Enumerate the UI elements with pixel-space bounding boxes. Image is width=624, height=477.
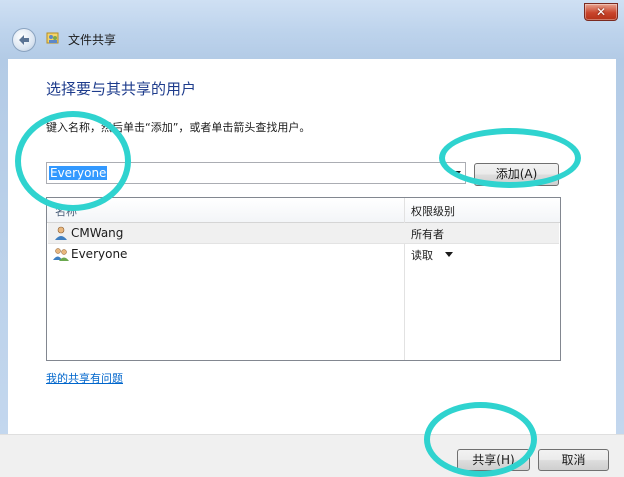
add-button[interactable]: 添加(A)	[474, 163, 559, 186]
column-header-name[interactable]: 名称	[55, 203, 77, 219]
file-sharing-window: ✕ 文件共享 选择要与其共享的用户 键入名称，然后单击“添加”，或者单击箭头查找…	[0, 0, 624, 477]
column-header-permission[interactable]: 权限级别	[411, 203, 455, 219]
chevron-down-icon[interactable]	[448, 163, 465, 183]
list-header: 名称 权限级别	[47, 198, 560, 223]
help-link[interactable]: 我的共享有问题	[46, 370, 123, 386]
permission-level-dropdown[interactable]: 读取	[411, 247, 433, 263]
list-item[interactable]: CMWang 所有者	[48, 223, 559, 244]
close-button[interactable]: ✕	[584, 3, 618, 21]
dialog-footer	[0, 434, 624, 477]
page-heading: 选择要与其共享的用户	[46, 80, 197, 98]
user-name-combobox[interactable]: Everyone	[46, 162, 466, 184]
window-frame-left	[0, 59, 8, 434]
back-button[interactable]	[12, 28, 36, 52]
window-frame-right	[616, 59, 624, 434]
share-button[interactable]: 共享(H)	[457, 449, 530, 471]
title-bar: ✕ 文件共享	[0, 0, 624, 59]
user-name: CMWang	[71, 226, 124, 240]
back-arrow-icon	[19, 35, 29, 45]
instruction-text: 键入名称，然后单击“添加”，或者单击箭头查找用户。	[46, 121, 311, 134]
user-name: Everyone	[71, 247, 128, 261]
permission-level: 所有者	[411, 228, 444, 241]
window-title: 文件共享	[68, 33, 117, 47]
cancel-button[interactable]: 取消	[538, 449, 609, 471]
file-sharing-icon	[46, 32, 59, 44]
list-item[interactable]: Everyone 读取	[48, 244, 559, 264]
user-icon	[55, 226, 67, 240]
user-permission-list[interactable]: 名称 权限级别 CMWang 所有者 Everyone 读取	[46, 197, 561, 361]
user-name-input-value[interactable]: Everyone	[49, 166, 108, 180]
user-group-icon	[53, 248, 69, 261]
close-icon: ✕	[595, 5, 607, 19]
chevron-down-icon[interactable]	[445, 252, 453, 257]
